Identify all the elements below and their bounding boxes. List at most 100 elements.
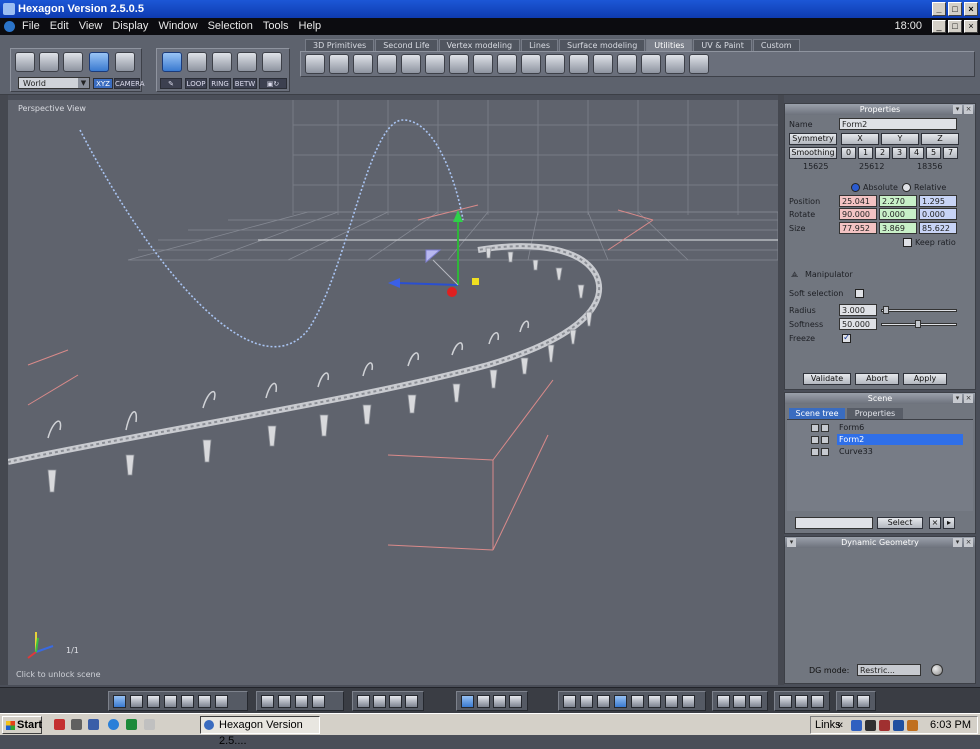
- menu-tools[interactable]: Tools: [263, 18, 289, 35]
- radius-slider[interactable]: [881, 309, 957, 312]
- tab-uv-paint[interactable]: UV & Paint: [693, 39, 752, 51]
- duplicate-icon[interactable]: [329, 54, 349, 74]
- tab-3d-primitives[interactable]: 3D Primitives: [305, 39, 375, 51]
- textured-icon[interactable]: [665, 695, 678, 708]
- menu-edit[interactable]: Edit: [50, 18, 69, 35]
- lock-icon[interactable]: [811, 424, 819, 432]
- position-z-field[interactable]: 1.295: [919, 195, 957, 207]
- doc-close-button[interactable]: ×: [964, 20, 978, 33]
- smoothing-3[interactable]: 3: [892, 147, 907, 159]
- tab-utilities[interactable]: Utilities: [646, 39, 693, 51]
- visibility-icon[interactable]: [821, 436, 829, 444]
- scene-item-form6[interactable]: Form6: [837, 422, 963, 433]
- quicklaunch-app3-icon[interactable]: [88, 719, 99, 730]
- abort-button[interactable]: Abort: [855, 373, 899, 385]
- start-button[interactable]: Start: [2, 716, 42, 734]
- size-z-field[interactable]: 85.622: [919, 222, 957, 234]
- xyz-button[interactable]: XYZ: [93, 78, 113, 89]
- perspective-viewport[interactable]: Perspective View 1/1 Click to unlock sce…: [8, 100, 778, 685]
- taskbar-hexagon-button[interactable]: Hexagon Version 2.5....: [200, 716, 320, 747]
- pan-view-icon[interactable]: [493, 695, 506, 708]
- rotate-y-field[interactable]: 0.000: [879, 208, 917, 220]
- rock-icon[interactable]: [641, 54, 661, 74]
- cone-wire-icon[interactable]: [689, 54, 709, 74]
- pointer-icon[interactable]: [617, 54, 637, 74]
- tray-app5-icon[interactable]: [907, 720, 918, 731]
- quicklaunch-app4-icon[interactable]: [126, 719, 137, 730]
- dg-status-icon[interactable]: [931, 664, 943, 676]
- position-y-field[interactable]: 2.270: [879, 195, 917, 207]
- doc-minimize-button[interactable]: _: [932, 20, 946, 33]
- smoothing-button[interactable]: Smoothing: [789, 147, 837, 159]
- quicklaunch-app-icon[interactable]: [54, 719, 65, 730]
- apply-button[interactable]: Apply: [903, 373, 947, 385]
- link-icon[interactable]: [521, 54, 541, 74]
- minimize-button[interactable]: _: [932, 2, 946, 16]
- radius-field[interactable]: 3.000: [839, 304, 877, 316]
- symmetry-icon[interactable]: [401, 54, 421, 74]
- symmetry-button[interactable]: Symmetry: [789, 133, 837, 145]
- panel-close-icon[interactable]: ×: [964, 394, 973, 403]
- scene-item-curve33[interactable]: Curve33: [837, 446, 963, 457]
- menu-view[interactable]: View: [79, 18, 103, 35]
- rotate-x-field[interactable]: 90.000: [839, 208, 877, 220]
- quicklaunch-app5-icon[interactable]: [144, 719, 155, 730]
- tab-custom[interactable]: Custom: [752, 39, 800, 51]
- smoothing-5[interactable]: 5: [926, 147, 941, 159]
- panel-collapse-icon[interactable]: ▾: [787, 538, 796, 547]
- tray-app4-icon[interactable]: [893, 720, 904, 731]
- tab-second-life[interactable]: Second Life: [375, 39, 438, 51]
- lathe-icon[interactable]: [305, 54, 325, 74]
- smooth-lines-icon[interactable]: [597, 695, 610, 708]
- camera-button[interactable]: CAMERA: [114, 78, 145, 89]
- camera-icon[interactable]: [405, 695, 418, 708]
- snap-icon[interactable]: [278, 695, 291, 708]
- object-select-icon[interactable]: [162, 52, 182, 72]
- validate-button[interactable]: Validate: [803, 373, 851, 385]
- rotate-z-field[interactable]: 0.000: [919, 208, 957, 220]
- smoothing-1[interactable]: 1: [858, 147, 873, 159]
- keep-ratio-checkbox[interactable]: [903, 238, 912, 247]
- shaded-wire-icon[interactable]: [614, 695, 627, 708]
- ring-button[interactable]: RING: [209, 78, 231, 89]
- tray-app2-icon[interactable]: [865, 720, 876, 731]
- wireframe-icon[interactable]: [563, 695, 576, 708]
- panel-collapse-icon[interactable]: ▾: [953, 105, 962, 114]
- grid-green-icon[interactable]: [312, 695, 325, 708]
- softness-slider-handle[interactable]: [915, 320, 921, 328]
- paint-select-icon[interactable]: [63, 52, 83, 72]
- layout-grid-icon[interactable]: [215, 695, 228, 708]
- visibility-icon[interactable]: [821, 448, 829, 456]
- select-button[interactable]: Select: [877, 517, 923, 529]
- edge-select-icon[interactable]: [212, 52, 232, 72]
- navigate-icon[interactable]: [461, 695, 474, 708]
- light-alt-icon[interactable]: [733, 695, 746, 708]
- menu-file[interactable]: File: [22, 18, 40, 35]
- menu-help[interactable]: Help: [299, 18, 322, 35]
- cone-icon[interactable]: [449, 54, 469, 74]
- scene-item-form2[interactable]: Form2: [837, 434, 963, 445]
- zoom-icon[interactable]: [389, 695, 402, 708]
- render-region-icon[interactable]: [795, 695, 808, 708]
- key-icon[interactable]: [473, 54, 493, 74]
- zoom-box-icon[interactable]: [373, 695, 386, 708]
- shaded-smooth-icon[interactable]: [648, 695, 661, 708]
- ghost-icon[interactable]: [545, 54, 565, 74]
- cube-copy-icon[interactable]: [353, 54, 373, 74]
- soft-selection-checkbox[interactable]: [855, 289, 864, 298]
- layout-three-icon[interactable]: [164, 695, 177, 708]
- symmetry-z-button[interactable]: Z: [921, 133, 959, 145]
- tab-scene-tree[interactable]: Scene tree: [789, 408, 845, 419]
- auto-select-icon[interactable]: [262, 52, 282, 72]
- maximize-button[interactable]: □: [948, 2, 962, 16]
- ghost-alt-icon[interactable]: [569, 54, 589, 74]
- array-icon[interactable]: [377, 54, 397, 74]
- tray-expand-icon[interactable]: «: [837, 717, 843, 733]
- radius-slider-handle[interactable]: [883, 306, 889, 314]
- scene-search-input[interactable]: [795, 517, 873, 529]
- betw-button[interactable]: BETW: [233, 78, 257, 89]
- material-icon[interactable]: [682, 695, 695, 708]
- size-y-field[interactable]: 3.869: [879, 222, 917, 234]
- frame-icon[interactable]: [357, 695, 370, 708]
- panel-close-icon[interactable]: ×: [964, 105, 973, 114]
